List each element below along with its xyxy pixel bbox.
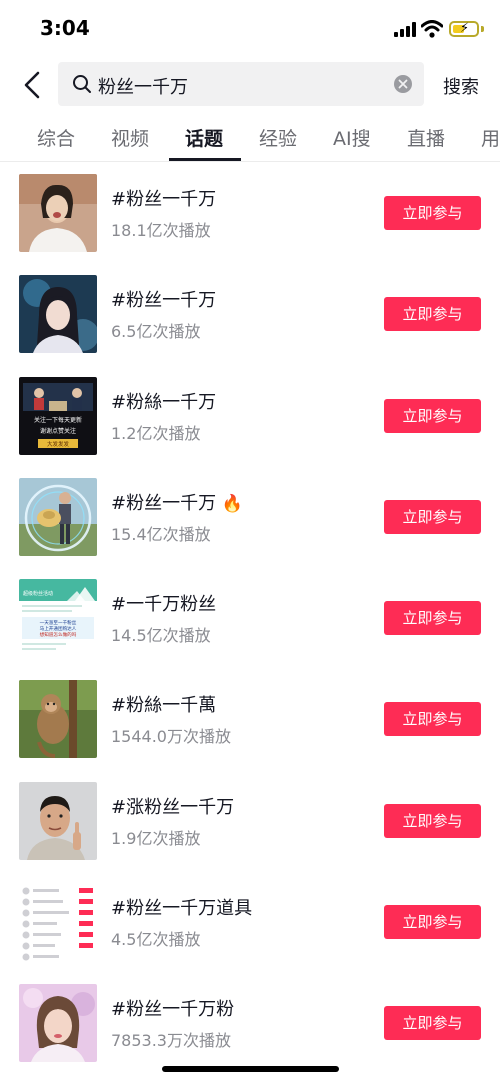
topic-title: #粉丝一千万 🔥 [111,489,243,515]
tab-live[interactable]: 直播 [407,124,445,151]
topic-thumbnail: 关注一下每天更新 谢谢点赞关注 大发发发 [19,377,97,455]
tab-users[interactable]: 用 [481,124,500,151]
topic-title: #粉丝一千万 [111,290,217,311]
topic-thumbnail [19,174,97,252]
topic-play-count: 1.9亿次播放 [111,829,201,848]
join-now-button[interactable]: 立即参与 [384,1006,481,1040]
thumbnail-caption: 超级粉丝活动 [23,590,53,597]
join-now-button[interactable]: 立即参与 [384,804,481,838]
tab-video[interactable]: 视频 [111,124,149,151]
topic-thumbnail [19,275,97,353]
search-query-text[interactable]: 粉丝一千万 [98,73,188,99]
topic-thumbnail [19,782,97,860]
thumbnail-caption: 关注一下每天更新 [34,416,82,424]
home-indicator[interactable] [162,1066,339,1072]
topic-row[interactable]: #粉丝一千万 6.5亿次播放 立即参与 [0,265,500,365]
join-now-button[interactable]: 立即参与 [384,905,481,939]
topic-row[interactable]: #粉丝一千万 🔥 15.4亿次播放 立即参与 [0,468,500,568]
wifi-icon [421,20,443,38]
clear-icon[interactable] [394,75,412,93]
join-now-button[interactable]: 立即参与 [384,601,481,635]
join-now-button[interactable]: 立即参与 [384,196,481,230]
topic-play-count: 4.5亿次播放 [111,930,201,949]
join-now-button[interactable]: 立即参与 [384,297,481,331]
topic-row[interactable]: 超级粉丝活动 一天涨至一千粉丝 马上开通团购达人 想知道怎么做的吗 #一千万粉丝… [0,569,500,669]
topic-row[interactable]: #粉丝一千万道具 4.5亿次播放 立即参与 [0,873,500,973]
topic-row[interactable]: #粉丝一千万 18.1亿次播放 立即参与 [0,164,500,264]
topic-play-count: 1544.0万次播放 [111,727,231,746]
thumbnail-caption: 大发发发 [47,440,70,448]
search-header: 粉丝一千万 搜索 [0,62,500,108]
topic-play-count: 15.4亿次播放 [111,525,211,544]
topic-play-count: 14.5亿次播放 [111,626,211,645]
topic-play-count: 6.5亿次播放 [111,322,201,341]
topic-title: #粉丝一千万道具 [111,898,253,919]
topic-play-count: 1.2亿次播放 [111,424,201,443]
fire-icon: 🔥 [221,494,243,514]
search-tabs: 综合 视频 话题 经验 AI搜 直播 用 [0,114,500,162]
tab-comprehensive[interactable]: 综合 [37,124,75,151]
cellular-signal-icon [394,22,418,37]
thumbnail-caption: 想知道怎么做的吗 [40,631,77,638]
topic-title: #粉丝一千万 [111,189,217,210]
topic-title: #一千万粉丝 [111,594,217,615]
topic-title: #粉絲一千萬 [111,695,217,716]
thumbnail-caption: 谢谢点赞关注 [40,427,76,435]
topic-thumbnail [19,883,97,961]
thumbnail-caption: 马上开通团购达人 [40,625,77,632]
topic-thumbnail [19,984,97,1062]
back-arrow-icon[interactable] [18,70,48,100]
topic-thumbnail [19,478,97,556]
topic-row[interactable]: 关注一下每天更新 谢谢点赞关注 大发发发 #粉絲一千万 1.2亿次播放 立即参与 [0,367,500,467]
topic-title: #涨粉丝一千万 [111,797,235,818]
join-now-button[interactable]: 立即参与 [384,500,481,534]
tab-ai-search[interactable]: AI搜 [333,124,371,151]
search-button[interactable]: 搜索 [443,73,479,99]
join-now-button[interactable]: 立即参与 [384,702,481,736]
topic-row[interactable]: #粉絲一千萬 1544.0万次播放 立即参与 [0,670,500,770]
topic-row[interactable]: #涨粉丝一千万 1.9亿次播放 立即参与 [0,772,500,872]
topic-play-count: 18.1亿次播放 [111,221,211,240]
join-now-button[interactable]: 立即参与 [384,399,481,433]
status-time: 3:04 [40,16,90,40]
topic-row[interactable]: #粉丝一千万粉 7853.3万次播放 立即参与 [0,974,500,1074]
tab-topics[interactable]: 话题 [185,124,223,151]
thumbnail-caption: 一天涨至一千粉丝 [40,619,77,626]
topic-title-text: #粉丝一千万 [111,493,217,514]
topic-play-count: 7853.3万次播放 [111,1031,231,1050]
topic-title: #粉丝一千万粉 [111,999,235,1020]
tab-experience[interactable]: 经验 [259,124,297,151]
topic-title: #粉絲一千万 [111,392,217,413]
topic-thumbnail: 超级粉丝活动 一天涨至一千粉丝 马上开通团购达人 想知道怎么做的吗 [19,579,97,657]
search-input[interactable]: 粉丝一千万 [58,62,424,106]
search-icon [73,75,91,93]
active-tab-indicator [169,158,241,161]
battery-icon: ⚡ [449,21,479,37]
battery-cap [481,26,484,32]
topic-thumbnail [19,680,97,758]
status-bar: 3:04 ⚡ [0,0,500,56]
